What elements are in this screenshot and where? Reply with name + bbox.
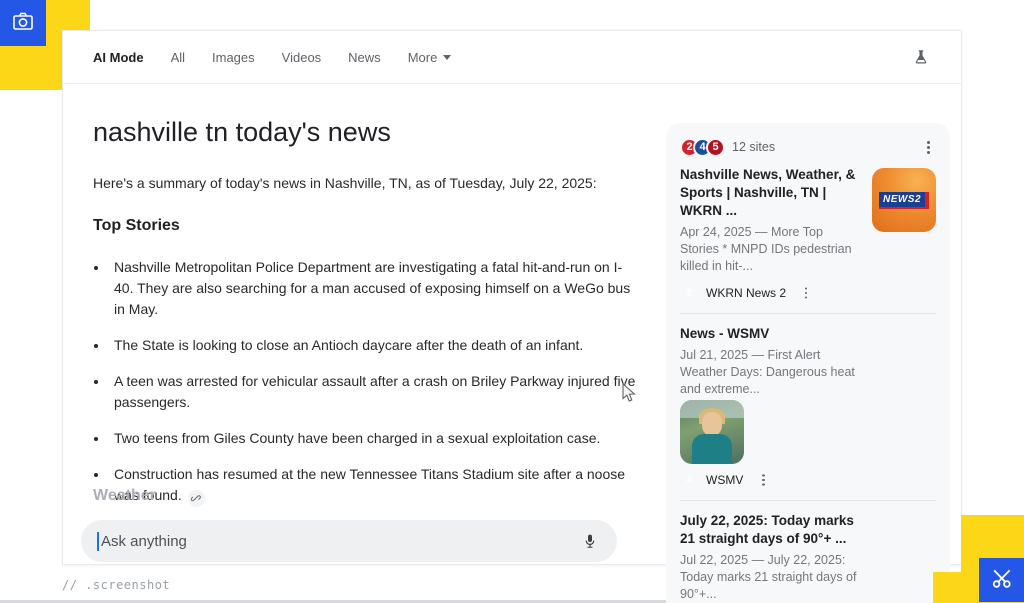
tab-videos[interactable]: Videos bbox=[282, 50, 322, 65]
story-bullet: The State is looking to close an Antioch… bbox=[109, 335, 640, 356]
tab-ai-mode[interactable]: AI Mode bbox=[93, 50, 144, 65]
tab-news[interactable]: News bbox=[348, 50, 381, 65]
labs-flask-icon[interactable] bbox=[909, 45, 933, 69]
news2-logo: NEWS2 bbox=[879, 192, 929, 209]
story-bullet: A teen was arrested for vehicular assaul… bbox=[109, 371, 640, 413]
source-overflow-menu-icon[interactable] bbox=[798, 285, 814, 301]
favicon-stack: 2 4 5 bbox=[680, 138, 725, 157]
search-nav-tabs: AI Mode All Images Videos News More bbox=[93, 50, 451, 65]
search-results-card: AI Mode All Images Videos News More nash… bbox=[62, 30, 962, 565]
ask-input-placeholder: Ask anything bbox=[101, 533, 187, 550]
source-snippet: Jul 21, 2025 — First Alert Weather Days:… bbox=[680, 347, 860, 398]
sources-panel: 2 4 5 12 sites Nashville News, Weather, … bbox=[666, 123, 950, 603]
source-title[interactable]: July 22, 2025: Today marks 21 straight d… bbox=[680, 512, 860, 548]
decor-yellow-strip-bottom-right bbox=[933, 572, 983, 603]
tab-more[interactable]: More bbox=[408, 50, 452, 65]
decor-blue-square-top-left bbox=[0, 0, 46, 46]
source-name: WSMV bbox=[706, 473, 743, 487]
weather-heading: Weather bbox=[93, 487, 156, 505]
story-bullet: Two teens from Giles County have been ch… bbox=[109, 428, 640, 449]
source-attribution[interactable]: 4 WSMV bbox=[680, 471, 860, 489]
source-title[interactable]: News - WSMV bbox=[680, 325, 860, 343]
top-stories-list: Nashville Metropolitan Police Department… bbox=[95, 257, 640, 522]
source-snippet: Jul 22, 2025 — July 22, 2025: Today mark… bbox=[680, 552, 860, 603]
source-card-newschannel5: July 22, 2025: Today marks 21 straight d… bbox=[680, 512, 936, 603]
ask-anything-input[interactable]: Ask anything bbox=[81, 520, 617, 562]
source-card-wsmv: News - WSMV Jul 21, 2025 — First Alert W… bbox=[680, 325, 936, 489]
wkrn-favicon-icon: 2 bbox=[680, 284, 698, 302]
source-title[interactable]: Nashville News, Weather, & Sports | Nash… bbox=[680, 166, 860, 220]
screenshot-watermark: // .screenshot bbox=[62, 578, 170, 592]
source-attribution[interactable]: 2 WKRN News 2 bbox=[680, 284, 860, 302]
text-caret bbox=[97, 532, 99, 551]
tab-all[interactable]: All bbox=[171, 50, 185, 65]
scissors-icon bbox=[989, 565, 1015, 596]
story-bullet: Construction has resumed at the new Tenn… bbox=[109, 464, 640, 507]
microphone-icon[interactable] bbox=[579, 530, 601, 552]
tab-images[interactable]: Images bbox=[212, 50, 255, 65]
source-overflow-menu-icon[interactable] bbox=[755, 472, 771, 488]
divider bbox=[680, 313, 936, 314]
decor-blue-square-bottom-right bbox=[979, 558, 1024, 602]
source-snippet: Apr 24, 2025 — More Top Stories * MNPD I… bbox=[680, 224, 860, 275]
source-card-wkrn: Nashville News, Weather, & Sports | Nash… bbox=[680, 166, 936, 302]
sources-header: 2 4 5 12 sites bbox=[680, 136, 936, 158]
source-name: WKRN News 2 bbox=[706, 286, 786, 300]
favicon-newschannel5-icon: 5 bbox=[706, 138, 725, 157]
answer-intro: Here's a summary of today's news in Nash… bbox=[93, 175, 597, 191]
story-bullet: Nashville Metropolitan Police Department… bbox=[109, 257, 640, 320]
query-title: nashville tn today's news bbox=[93, 117, 391, 148]
wsmv-favicon-icon: 4 bbox=[680, 471, 698, 489]
source-thumbnail[interactable]: NEWS2 bbox=[872, 168, 936, 232]
search-nav-bar: AI Mode All Images Videos News More bbox=[63, 31, 961, 84]
divider bbox=[680, 500, 936, 501]
sites-count-label: 12 sites bbox=[732, 140, 775, 154]
sources-overflow-menu-icon[interactable] bbox=[920, 139, 936, 155]
source-thumbnail[interactable] bbox=[680, 400, 744, 464]
citation-link-icon[interactable] bbox=[188, 490, 205, 507]
screenshot-stage: // .screenshot AI Mode All Images Videos… bbox=[0, 0, 1024, 603]
top-stories-heading: Top Stories bbox=[93, 217, 180, 235]
camera-icon bbox=[11, 9, 35, 38]
